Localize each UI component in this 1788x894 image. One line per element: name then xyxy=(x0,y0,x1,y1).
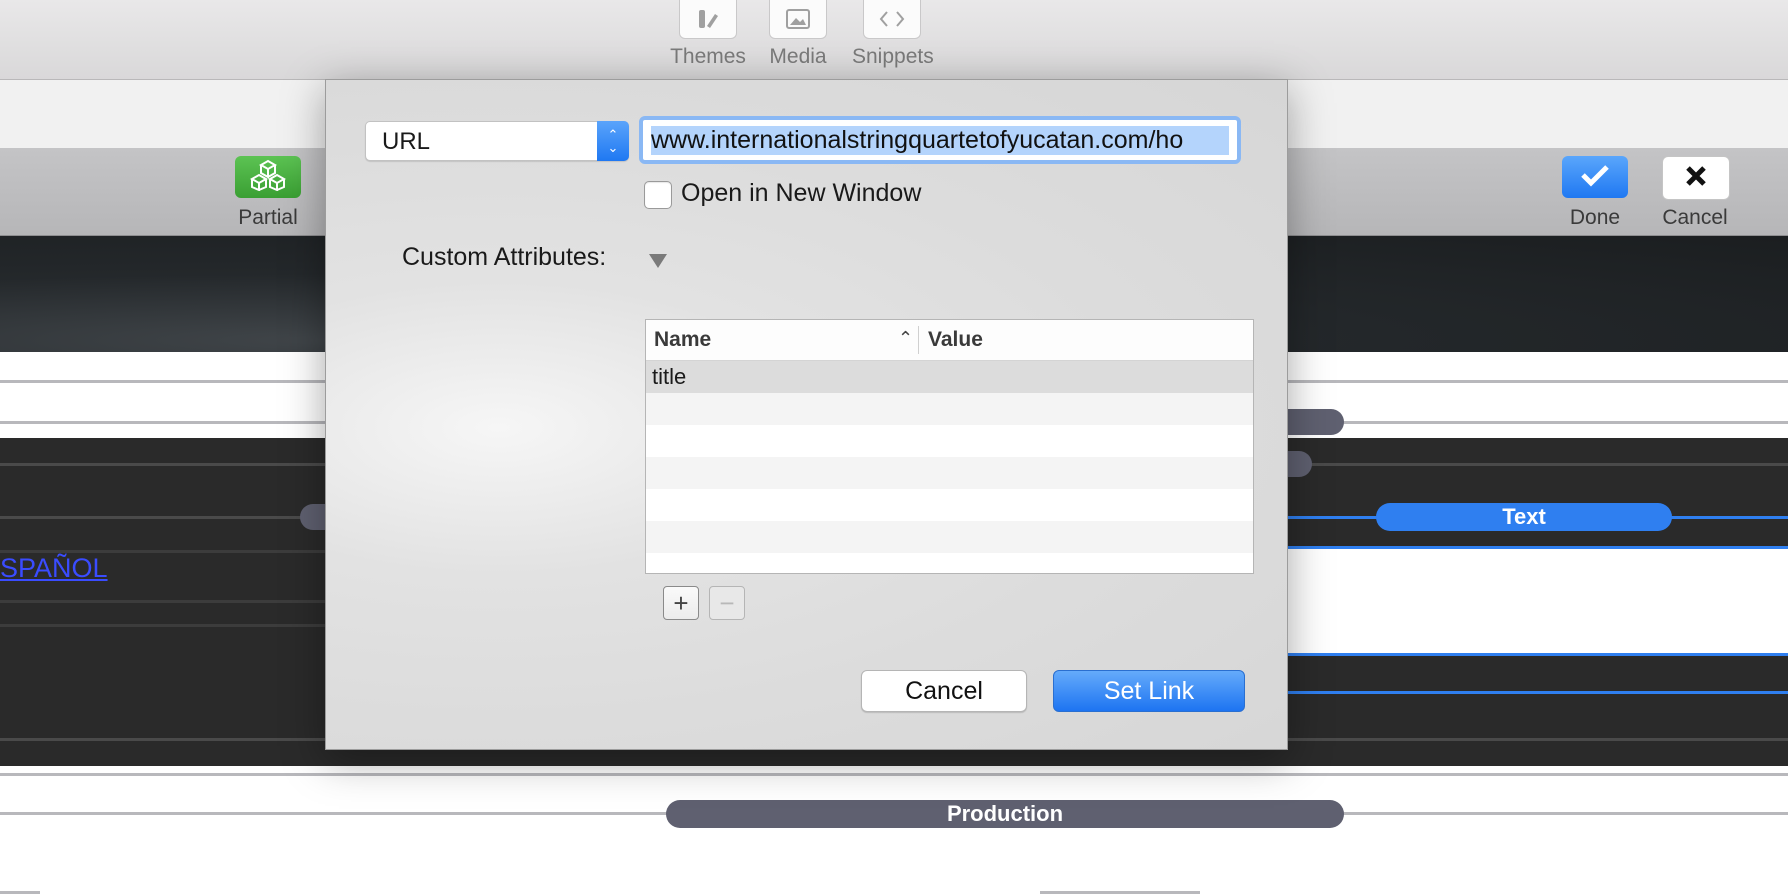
done-button[interactable] xyxy=(1562,156,1628,198)
empty-row xyxy=(646,457,1253,489)
themes-tool[interactable]: Themes xyxy=(668,0,748,69)
link-dialog: URL ⌃⌄ Open in New Window Custom Attribu… xyxy=(325,79,1288,750)
empty-row xyxy=(646,489,1253,521)
link-type-value: URL xyxy=(382,128,431,155)
custom-attributes-label: Custom Attributes: xyxy=(402,243,607,271)
media-icon[interactable] xyxy=(769,0,827,39)
toolbar-cancel-button[interactable] xyxy=(1662,156,1730,200)
open-new-window-label[interactable]: Open in New Window xyxy=(681,179,921,208)
checkmark-icon xyxy=(1580,163,1610,192)
divider-line xyxy=(0,773,1788,776)
empty-row xyxy=(646,425,1253,457)
set-link-button[interactable]: Set Link xyxy=(1053,670,1245,712)
language-link[interactable]: SPAÑOL xyxy=(0,553,108,584)
column-header-value[interactable]: Value xyxy=(928,328,983,352)
themes-icon[interactable] xyxy=(679,0,737,39)
selection-line xyxy=(1286,546,1788,549)
media-tool[interactable]: Media xyxy=(758,0,838,69)
remove-attribute-button[interactable]: − xyxy=(709,586,745,620)
table-row[interactable]: title xyxy=(646,361,1253,393)
open-new-window-checkbox[interactable] xyxy=(644,181,672,209)
attribute-name-cell[interactable]: title xyxy=(652,364,686,390)
selection-line xyxy=(1286,691,1788,694)
cancel-button[interactable]: Cancel xyxy=(861,670,1027,712)
disclosure-triangle-icon[interactable] xyxy=(649,254,667,268)
cubes-icon xyxy=(249,159,287,196)
plus-icon: + xyxy=(673,587,689,618)
empty-row xyxy=(646,393,1253,425)
themes-label: Themes xyxy=(670,45,746,68)
close-icon xyxy=(1684,164,1708,193)
table-header: Name ⌃ Value xyxy=(646,320,1253,361)
done-label: Done xyxy=(1569,206,1621,229)
snippets-tool[interactable]: Snippets xyxy=(852,0,934,69)
snippets-icon[interactable] xyxy=(863,0,921,39)
partial-label: Partial xyxy=(238,206,298,229)
url-input[interactable] xyxy=(643,120,1237,160)
media-label: Media xyxy=(769,45,827,68)
toolbar-cancel-label: Cancel xyxy=(1662,206,1728,229)
empty-row xyxy=(646,521,1253,553)
column-header-name[interactable]: Name xyxy=(654,328,711,352)
top-toolbar: Themes Media Snippets xyxy=(0,0,1788,80)
text-block[interactable] xyxy=(1286,548,1788,653)
select-arrows-icon[interactable]: ⌃ ⌄ xyxy=(597,121,629,161)
snippets-label: Snippets xyxy=(852,45,934,68)
minus-icon: − xyxy=(719,587,735,618)
selection-line xyxy=(1286,653,1788,656)
column-divider xyxy=(918,326,919,354)
attributes-table[interactable]: Name ⌃ Value title xyxy=(645,319,1254,574)
url-input-field[interactable] xyxy=(639,116,1241,164)
add-attribute-button[interactable]: + xyxy=(663,586,699,620)
partial-button[interactable] xyxy=(235,156,301,198)
production-pill[interactable]: Production xyxy=(666,800,1344,828)
text-pill[interactable]: Text xyxy=(1376,503,1672,531)
link-type-select[interactable]: URL ⌃ ⌄ xyxy=(365,121,629,161)
sort-ascending-icon[interactable]: ⌃ xyxy=(898,328,913,349)
